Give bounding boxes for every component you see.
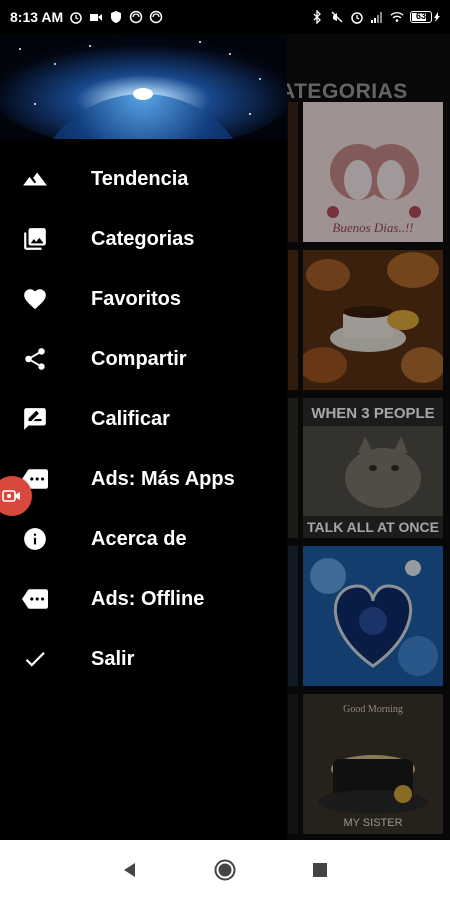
menu-item-salir[interactable]: Salir	[0, 629, 287, 689]
sync-icon-2	[149, 10, 163, 24]
page-title: ATEGORIAS	[280, 80, 408, 103]
more-label-icon	[22, 586, 48, 612]
charging-icon	[434, 12, 440, 22]
menu-item-calificar[interactable]: Calificar	[0, 389, 287, 449]
mute-icon	[331, 11, 343, 23]
thumbnail-edge	[288, 250, 298, 390]
system-nav-bar	[0, 840, 450, 900]
menu-item-acerca-de[interactable]: Acerca de	[0, 509, 287, 569]
meme-top-caption: WHEN 3 PEOPLE	[311, 405, 434, 422]
thumbnail-card[interactable]: WHEN 3 PEOPLE TALK ALL AT ONCE	[303, 398, 443, 538]
rate-review-icon	[22, 406, 48, 432]
menu-item-ads-mas-apps[interactable]: Ads: Más Apps	[0, 449, 287, 509]
thumbnail-caption: Good Morning	[343, 704, 403, 715]
shield-icon	[111, 11, 122, 23]
alarm-icon	[70, 12, 82, 24]
share-icon	[22, 346, 48, 372]
thumbnail-image: Buenos Dias..!!	[303, 102, 443, 242]
status-left: 8:13 AM	[10, 9, 163, 25]
menu-item-favoritos[interactable]: Favoritos	[0, 269, 287, 329]
home-button[interactable]	[213, 858, 237, 882]
wifi-icon	[390, 12, 404, 22]
signal-icon	[371, 12, 382, 23]
status-right: 63	[310, 10, 440, 24]
menu-item-label: Tendencia	[91, 167, 189, 190]
menu-item-label: Categorias	[91, 227, 195, 250]
menu-item-label: Calificar	[91, 407, 170, 430]
thumbnail-image	[299, 250, 445, 390]
thumbnail-image	[303, 546, 443, 686]
earth-image	[0, 34, 287, 139]
thumbnail-card[interactable]: Good Morning MY SISTER	[303, 694, 443, 834]
photo-library-icon	[22, 226, 48, 252]
thumbnail-image: Good Morning MY SISTER	[303, 694, 443, 834]
menu-item-label: Compartir	[91, 347, 187, 370]
video-camera-icon	[90, 14, 103, 21]
meme-bottom-caption: TALK ALL AT ONCE	[307, 519, 439, 535]
thumbnail-edge	[288, 102, 298, 242]
thumbnail-image: WHEN 3 PEOPLE TALK ALL AT ONCE	[303, 398, 443, 538]
alarm-icon-2	[351, 12, 363, 24]
recents-button[interactable]	[308, 858, 332, 882]
info-icon	[22, 526, 48, 552]
battery-level: 63	[415, 11, 426, 21]
video-record-icon	[2, 490, 20, 502]
thumbnail-card[interactable]	[299, 250, 445, 390]
thumbnail-edge	[288, 398, 298, 538]
menu-item-label: Salir	[91, 647, 135, 670]
status-bar: 8:13 AM 63	[0, 0, 450, 34]
recents-square-icon	[313, 863, 327, 877]
thumbnail-edge	[288, 694, 298, 834]
thumbnail-card[interactable]: Buenos Dias..!!	[303, 102, 443, 242]
menu-item-tendencia[interactable]: Tendencia	[0, 149, 287, 209]
thumbnail-card[interactable]	[303, 546, 443, 686]
drawer-header-image	[0, 34, 287, 139]
menu-item-label: Acerca de	[91, 527, 187, 550]
landscape-icon	[22, 166, 48, 192]
bluetooth-icon	[313, 10, 321, 24]
menu-item-compartir[interactable]: Compartir	[0, 329, 287, 389]
check-icon	[22, 646, 48, 672]
back-triangle-icon	[124, 863, 135, 877]
menu-item-ads-offline[interactable]: Ads: Offline	[0, 569, 287, 629]
menu-item-categorias[interactable]: Categorias	[0, 209, 287, 269]
heart-icon	[22, 286, 48, 312]
thumbnail-edge	[288, 546, 298, 686]
menu-item-label: Favoritos	[91, 287, 182, 310]
back-button[interactable]	[118, 858, 142, 882]
menu-item-label: Ads: Offline	[91, 587, 205, 610]
navigation-drawer: Tendencia Categorias Favoritos Compartir…	[0, 34, 287, 840]
sync-icon	[129, 10, 143, 24]
battery-icon: 63	[410, 11, 440, 23]
home-circle-icon	[214, 859, 236, 881]
thumbnail-caption: Buenos Dias..!!	[332, 220, 413, 235]
menu-item-label: Ads: Más Apps	[91, 467, 235, 490]
thumbnail-caption: MY SISTER	[343, 817, 402, 829]
status-time: 8:13 AM	[10, 9, 64, 25]
